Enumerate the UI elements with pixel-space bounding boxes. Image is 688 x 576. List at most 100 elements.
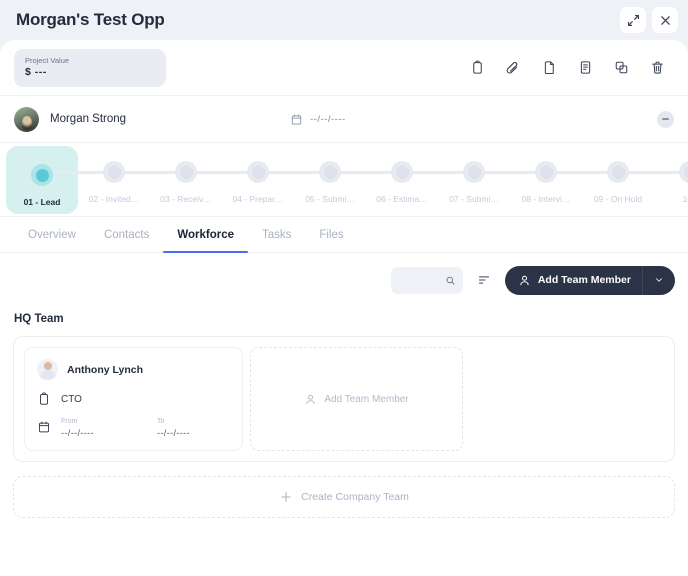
pipeline-stepper: 01 - Lead 02 - Invited… 03 - Receiv… 04 … bbox=[0, 143, 688, 217]
project-value-field[interactable]: Project Value $ --- bbox=[14, 48, 166, 87]
clipboard-icon bbox=[472, 60, 482, 74]
step-bullet bbox=[391, 161, 413, 183]
member-name: Anthony Lynch bbox=[67, 363, 144, 376]
step-bullet bbox=[31, 164, 53, 186]
from-value: --/--/---- bbox=[61, 427, 94, 438]
member-identity: Anthony Lynch bbox=[37, 359, 230, 380]
add-team-member-button[interactable]: Add Team Member bbox=[504, 265, 675, 295]
step-bullet bbox=[463, 161, 485, 183]
tab-tasks[interactable]: Tasks bbox=[248, 217, 305, 252]
record-header: Project Value $ --- bbox=[0, 40, 688, 96]
calendar-icon bbox=[291, 113, 302, 125]
member-from-field[interactable]: From --/--/---- bbox=[61, 417, 94, 439]
member-card[interactable]: Anthony Lynch CTO From --/--/---- To --/… bbox=[24, 347, 243, 452]
clipboard-button[interactable] bbox=[464, 55, 490, 81]
record-toolbar bbox=[464, 55, 674, 81]
create-company-team-label: Create Company Team bbox=[301, 491, 409, 504]
chevron-down-icon bbox=[656, 278, 662, 282]
tab-contacts[interactable]: Contacts bbox=[90, 217, 163, 252]
expand-icon bbox=[627, 14, 639, 26]
team-section-title: HQ Team bbox=[14, 313, 64, 325]
from-label: From bbox=[61, 418, 78, 425]
step-label: 06 - Estima… bbox=[376, 194, 428, 204]
close-icon bbox=[660, 15, 670, 25]
search-input[interactable] bbox=[397, 274, 446, 286]
add-member-placeholder-label: Add Team Member bbox=[324, 393, 409, 405]
paperclip-icon bbox=[506, 61, 518, 73]
member-avatar bbox=[37, 359, 58, 380]
calendar-icon bbox=[38, 421, 50, 433]
tab-workforce[interactable]: Workforce bbox=[163, 217, 248, 253]
stepper-track bbox=[50, 171, 688, 174]
record-tabs: Overview Contacts Workforce Tasks Files bbox=[0, 217, 688, 253]
page-title: Morgan's Test Opp bbox=[16, 10, 165, 29]
step-label: 10 - bbox=[682, 194, 688, 204]
project-value-label: Project Value bbox=[25, 55, 70, 65]
stepper-step-1[interactable]: 01 - Lead bbox=[6, 146, 78, 214]
filter-button[interactable] bbox=[474, 270, 494, 290]
to-label: To bbox=[156, 418, 165, 425]
to-value: --/--/---- bbox=[156, 427, 190, 438]
owner-name: Morgan Strong bbox=[50, 113, 127, 125]
step-label: 04 - Prepar… bbox=[232, 194, 284, 204]
tab-files[interactable]: Files bbox=[305, 217, 357, 252]
person-icon bbox=[520, 275, 529, 285]
delete-button[interactable] bbox=[644, 55, 670, 81]
filter-icon bbox=[478, 276, 489, 284]
step-label: 08 - Intervi… bbox=[521, 194, 571, 204]
owner-avatar bbox=[14, 106, 39, 132]
person-icon bbox=[306, 394, 315, 404]
document-icon bbox=[580, 61, 590, 74]
step-label: 03 - Receiv… bbox=[160, 194, 212, 204]
search-box[interactable] bbox=[390, 266, 463, 294]
plus-icon bbox=[281, 492, 291, 503]
step-bullet bbox=[103, 161, 125, 183]
step-bullet bbox=[247, 161, 269, 183]
add-team-member-main[interactable]: Add Team Member bbox=[505, 266, 642, 295]
member-dates-row: From --/--/---- To --/--/---- bbox=[37, 417, 230, 439]
project-value-amount: $ --- bbox=[25, 65, 47, 78]
file-button[interactable] bbox=[536, 55, 562, 81]
document-button[interactable] bbox=[572, 55, 598, 81]
duplicate-button[interactable] bbox=[608, 55, 634, 81]
step-label: 01 - Lead bbox=[23, 197, 61, 207]
search-icon bbox=[446, 276, 455, 285]
window-controls bbox=[620, 7, 678, 33]
step-label: 07 - Submi… bbox=[449, 194, 499, 204]
add-team-member-label: Add Team Member bbox=[537, 274, 631, 286]
step-label: 02 - Invited… bbox=[88, 194, 140, 204]
step-bullet bbox=[607, 161, 629, 183]
step-label: 09 - On Hold bbox=[593, 194, 643, 204]
member-role: CTO bbox=[61, 393, 82, 405]
file-icon bbox=[544, 61, 554, 75]
minus-icon bbox=[662, 118, 669, 120]
main-sheet: Project Value $ --- Morgan Strong --/--/… bbox=[0, 40, 688, 576]
member-to-field[interactable]: To --/--/---- bbox=[157, 417, 190, 439]
app-window: Morgan's Test Opp Project Value $ --- Mo… bbox=[0, 0, 688, 576]
create-company-team-button[interactable]: Create Company Team bbox=[13, 476, 675, 519]
close-button[interactable] bbox=[652, 7, 678, 33]
step-label: 05 - Submi… bbox=[305, 194, 355, 204]
member-role-row: CTO bbox=[37, 392, 230, 406]
owner-status-badge[interactable] bbox=[657, 110, 674, 128]
attachment-button[interactable] bbox=[500, 55, 526, 81]
step-bullet bbox=[175, 161, 197, 183]
window-titlebar: Morgan's Test Opp bbox=[0, 0, 688, 40]
team-card: Anthony Lynch CTO From --/--/---- To --/… bbox=[13, 336, 675, 463]
owner-date-value: --/--/---- bbox=[310, 113, 346, 125]
add-member-placeholder[interactable]: Add Team Member bbox=[250, 347, 463, 452]
trash-icon bbox=[651, 61, 663, 74]
copy-icon bbox=[615, 61, 627, 74]
step-bullet bbox=[319, 161, 341, 183]
owner-row: Morgan Strong --/--/---- bbox=[0, 96, 688, 143]
workforce-content: HQ Team Anthony Lynch CTO From --/--/---… bbox=[0, 307, 688, 463]
stepper-steps: 01 - Lead 02 - Invited… 03 - Receiv… 04 … bbox=[6, 143, 688, 216]
tab-overview[interactable]: Overview bbox=[14, 217, 90, 252]
add-team-member-dropdown[interactable] bbox=[642, 265, 675, 295]
clipboard-icon bbox=[40, 392, 48, 405]
owner-date-field[interactable]: --/--/---- bbox=[290, 113, 346, 126]
workforce-toolbar: Add Team Member bbox=[0, 253, 688, 307]
step-bullet bbox=[679, 161, 688, 183]
expand-button[interactable] bbox=[620, 7, 646, 33]
step-bullet bbox=[535, 161, 557, 183]
